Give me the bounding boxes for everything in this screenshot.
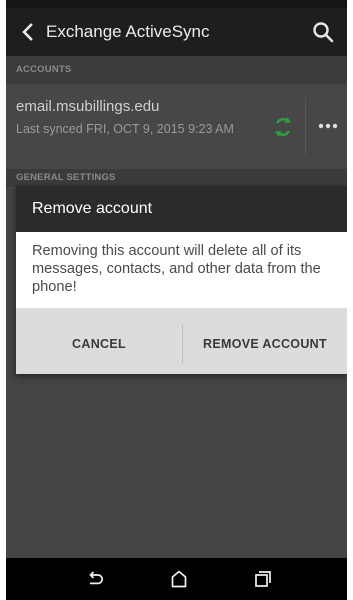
row-divider: [305, 98, 306, 154]
last-synced-text: Last synced FRI, OCT 9, 2015 9:23 AM: [16, 122, 234, 136]
account-email: email.msubillings.edu: [16, 98, 160, 115]
remove-account-button[interactable]: REMOVE ACCOUNT: [183, 314, 347, 374]
accounts-section-header: ACCOUNTS: [6, 56, 347, 84]
status-bar: [6, 0, 347, 8]
more-options-icon[interactable]: [314, 116, 342, 136]
dialog-message: Removing this account will delete all of…: [32, 243, 321, 295]
sync-icon[interactable]: [272, 116, 294, 138]
chevron-left-icon[interactable]: [18, 22, 38, 42]
dialog-buttons: CANCEL REMOVE ACCOUNT: [16, 314, 347, 374]
home-icon[interactable]: [170, 569, 188, 589]
back-icon[interactable]: [86, 570, 104, 588]
account-row[interactable]: email.msubillings.edu Last synced FRI, O…: [6, 84, 347, 169]
page-title: Exchange ActiveSync: [46, 22, 210, 41]
general-settings-section-header: GENERAL SETTINGS: [6, 169, 347, 187]
dialog-body: Removing this account will delete all of…: [16, 232, 347, 308]
dialog-header: Remove account: [16, 186, 347, 232]
search-icon[interactable]: [311, 20, 335, 44]
cancel-button[interactable]: CANCEL: [16, 314, 182, 374]
phone-screen: Exchange ActiveSync ACCOUNTS email.msubi…: [6, 0, 347, 600]
dialog-title: Remove account: [32, 200, 153, 217]
recents-icon[interactable]: [254, 570, 272, 588]
remove-account-dialog: Remove account Removing this account wil…: [16, 186, 347, 374]
navigation-bar: [6, 558, 347, 600]
app-bar: Exchange ActiveSync: [6, 8, 347, 56]
